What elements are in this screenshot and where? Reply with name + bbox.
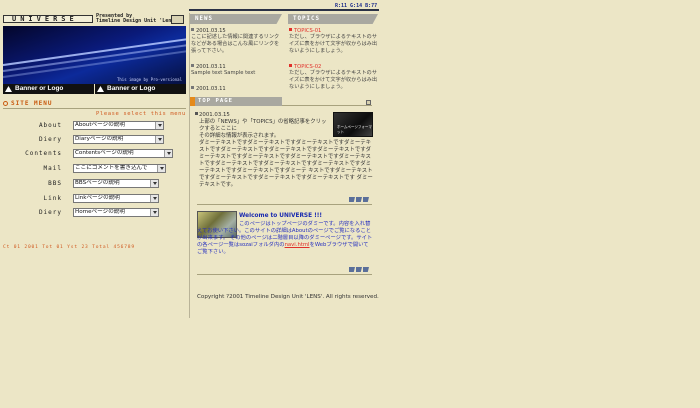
article-date: 2001.03.15 bbox=[199, 112, 230, 118]
menu-row-bbs: BBS BBSページの説明 bbox=[0, 179, 186, 189]
menu-row-home: Diery Homeページの説明 bbox=[0, 208, 186, 218]
topic-item[interactable]: TOPICS-01 ただし、ブラウザによるテキストのサイズに表をかけて文字が収か… bbox=[289, 28, 382, 55]
news-feed: 2001.03.15 ここに記述した情報に関連するリンクなどがある場合はこんな風… bbox=[191, 28, 284, 92]
arrow-icon[interactable] bbox=[356, 267, 362, 272]
chevron-down-icon bbox=[150, 195, 158, 202]
bullet-icon bbox=[289, 64, 292, 67]
news-item[interactable]: 2001.03.15 ここに記述した情報に関連するリンクなどがある場合はこんな風… bbox=[191, 28, 284, 55]
site-logo[interactable]: UNIVERSE bbox=[3, 15, 93, 23]
hero-credit: This image by Pro-versional bbox=[116, 77, 182, 82]
divider bbox=[282, 105, 372, 106]
pager[interactable] bbox=[349, 267, 371, 272]
chevron-down-icon bbox=[157, 165, 165, 172]
copyright: Copyright ?2001 Timeline Design Unit 'LE… bbox=[197, 294, 379, 300]
top-bar bbox=[189, 9, 379, 11]
menu-label-mail: Mail bbox=[43, 165, 62, 172]
banner-2[interactable]: Banner or Logo bbox=[95, 84, 186, 94]
link-select[interactable]: Linkページの説明 bbox=[73, 194, 159, 203]
circle-icon bbox=[3, 101, 8, 106]
menu-row-link: Link Linkページの説明 bbox=[0, 194, 186, 204]
chevron-down-icon bbox=[155, 136, 163, 143]
presented-by: Presented by Timeline Design Unit 'Lens' bbox=[96, 14, 177, 24]
mail-select[interactable]: ここにコメントを書き込んで bbox=[73, 164, 166, 173]
menu-label-diary: Diery bbox=[38, 136, 62, 143]
thumbnail-caption: ホームページフォーマット bbox=[337, 125, 372, 134]
pager[interactable] bbox=[349, 197, 371, 202]
news-text: Sample text Sample text bbox=[191, 70, 256, 76]
topics-feed: TOPICS-01 ただし、ブラウザによるテキストのサイズに表をかけて文字が収か… bbox=[289, 28, 382, 92]
topics-heading: TOPICS bbox=[288, 14, 378, 24]
arrow-icon[interactable] bbox=[363, 197, 369, 202]
arrow-icon[interactable] bbox=[349, 267, 355, 272]
menu-row-about: About Aboutページの説明 bbox=[0, 121, 186, 131]
home-select[interactable]: Homeページの説明 bbox=[73, 208, 159, 217]
divider bbox=[3, 108, 186, 109]
navi-link[interactable]: navi.html bbox=[285, 242, 310, 248]
topic-text: ただし、ブラウザによるテキストのサイズに表をかけて文字が収からはみ出ないようにし… bbox=[289, 70, 378, 90]
news-item[interactable]: 2001.03.11 bbox=[191, 86, 284, 92]
news-text: ここに記述した情報に関連するリンクなどがある場合はこんな風にリンクを張って下さい… bbox=[191, 34, 280, 54]
bullet-icon bbox=[289, 28, 292, 31]
news-item[interactable]: 2001.03.11 Sample text Sample text bbox=[191, 64, 284, 77]
menu-label-home: Diery bbox=[38, 209, 62, 216]
banner-logo-icon bbox=[97, 86, 104, 92]
menu-label-bbs: BBS bbox=[48, 180, 62, 187]
hero-image: This image by Pro-versional bbox=[3, 26, 186, 84]
bullet-icon bbox=[191, 28, 194, 31]
arrow-icon[interactable] bbox=[363, 267, 369, 272]
topic-item[interactable]: TOPICS-02 ただし、ブラウザによるテキストのサイズに表をかけて文字が収か… bbox=[289, 64, 382, 91]
banner-1[interactable]: Banner or Logo bbox=[3, 84, 94, 94]
close-icon[interactable] bbox=[366, 100, 371, 105]
welcome-title: Welcome to UNIVERSE !!! bbox=[239, 213, 322, 219]
chevron-down-icon bbox=[155, 122, 163, 129]
top-page-heading: TOP PAGE bbox=[190, 97, 282, 106]
diary-select[interactable]: Diaryページの説明 bbox=[73, 135, 164, 144]
topic-text: ただし、ブラウザによるテキストのサイズに表をかけて文字が収からはみ出ないようにし… bbox=[289, 34, 378, 54]
presented-line-2: Timeline Design Unit 'Lens' bbox=[96, 18, 178, 24]
column-divider bbox=[189, 13, 190, 318]
contents-select[interactable]: Contentsページの説明 bbox=[73, 149, 173, 158]
news-date: 2001.03.11 bbox=[196, 86, 226, 92]
rgb-readout: R:11 G:14 B:77 bbox=[335, 3, 378, 9]
bbs-select[interactable]: BBSページの説明 bbox=[73, 179, 159, 188]
menu-row-mail: Mail ここにコメントを書き込んで bbox=[0, 164, 186, 174]
banner-2-label: Banner or Logo bbox=[107, 85, 156, 92]
bullet-icon bbox=[191, 64, 194, 67]
news-heading: NEWS bbox=[190, 14, 282, 24]
access-counter: Ct 01 2001 Tot 01 Yst 23 Total 456789 bbox=[3, 245, 135, 250]
menu-row-contents: Contents Contentsページの説明 bbox=[0, 149, 186, 159]
menu-label-link: Link bbox=[43, 195, 62, 202]
menu-row-diary: Diery Diaryページの説明 bbox=[0, 135, 186, 145]
article-lead: 上部の「NEWS」や「TOPICS」の省略記事をクリックするとここに bbox=[199, 119, 327, 132]
arrow-icon[interactable] bbox=[356, 197, 362, 202]
chevron-down-icon bbox=[164, 150, 172, 157]
banner-1-label: Banner or Logo bbox=[15, 85, 64, 92]
bullet-icon bbox=[195, 112, 198, 115]
camera-icon bbox=[171, 15, 184, 24]
about-select[interactable]: Aboutページの説明 bbox=[73, 121, 164, 130]
divider bbox=[197, 204, 372, 205]
welcome-body: このページはトップページのダミーです。内容を入れ替えてお使い下さい。このサイトの… bbox=[197, 221, 373, 255]
bullet-icon bbox=[191, 86, 194, 89]
divider bbox=[197, 274, 372, 275]
article-body: ダミーテキストですダミーテキストですダミーテキストですダミーテキストですダミーテ… bbox=[199, 140, 373, 188]
article-thumbnail[interactable]: ホームページフォーマット bbox=[333, 112, 373, 137]
menu-label-about: About bbox=[38, 122, 62, 129]
site-menu-title: SITE MENU bbox=[3, 100, 53, 107]
select-hint: Please select this menu bbox=[96, 111, 186, 117]
arrow-icon[interactable] bbox=[349, 197, 355, 202]
chevron-down-icon bbox=[150, 209, 158, 216]
chevron-down-icon bbox=[150, 180, 158, 187]
banner-logo-icon bbox=[5, 86, 12, 92]
menu-label-contents: Contents bbox=[25, 150, 62, 157]
section-mark bbox=[190, 97, 195, 106]
